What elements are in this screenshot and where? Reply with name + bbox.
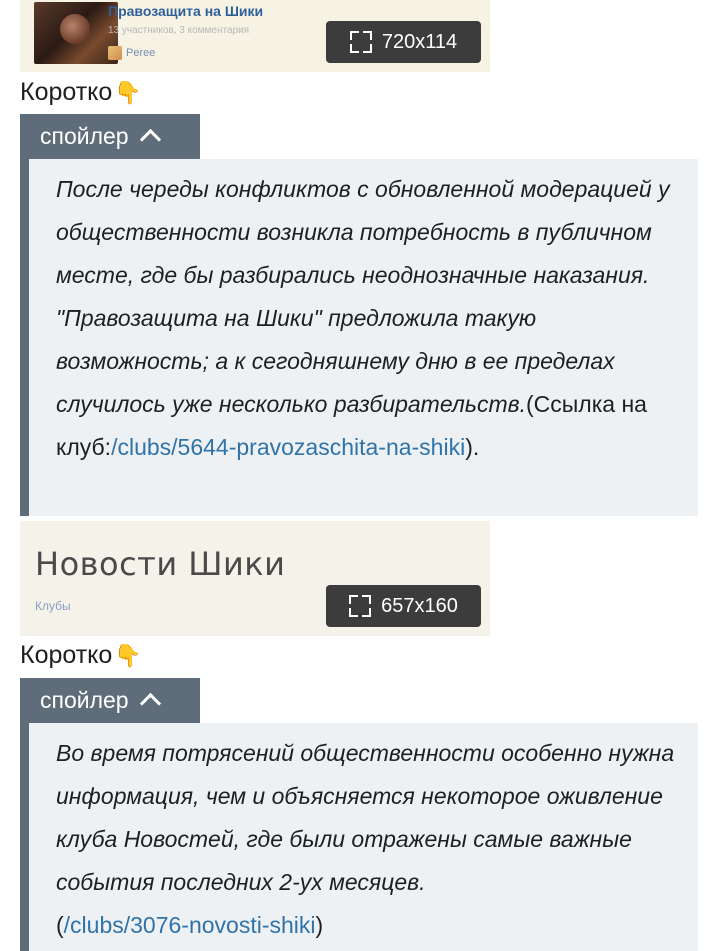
club-link[interactable]: /clubs/3076-novosti-shiki [64,912,316,938]
club-title: Новости Шики [35,545,286,583]
spoiler-content: После череды конфликтов с обновленной мо… [20,159,698,516]
spoiler-text: После череды конфликтов с обновленной мо… [56,168,684,469]
image-size-text: 657x160 [381,594,458,617]
short-label: Коротко 👇 [20,641,142,670]
club-link[interactable]: /clubs/5644-pravozaschita-na-shiki [111,434,465,460]
pointing-down-icon: 👇 [114,642,142,668]
chevron-up-icon [139,128,161,151]
spoiler-text: Во время потрясений общественности особе… [56,732,684,947]
short-label: Коротко 👇 [20,78,142,107]
spoiler-italic-text: После череды конфликтов с обновленной мо… [56,176,670,417]
image-size-badge[interactable]: 657x160 [326,585,481,627]
spoiler-toggle-button[interactable]: спойлер [20,678,200,723]
pointing-down-icon: 👇 [114,79,142,105]
club-meta: 13 участников, 3 комментария [108,25,250,36]
spoiler-label: спойлер [40,687,129,713]
spoiler-label: спойлер [40,123,129,149]
image-preview-club-novosti[interactable]: Новости Шики Клубы 657x160 [20,521,490,636]
spoiler-italic-text: Во время потрясений общественности особе… [56,740,675,895]
club-user: Peree [108,46,155,60]
image-preview-club-pravozaschita[interactable]: Правозащита на Шики 13 участников, 3 ком… [20,0,490,72]
expand-icon [349,31,372,53]
spoiler-toggle-button[interactable]: спойлер [20,114,200,159]
short-label-text: Коротко [20,78,113,106]
spoiler-content: Во время потрясений общественности особе… [20,723,698,951]
spoiler-text-suffix: ) [315,912,324,938]
short-label-text: Коротко [20,641,113,669]
club-user-name: Peree [126,47,156,59]
club-avatar [34,2,118,64]
club-title: Правозащита на Шики [108,3,264,19]
club-subtitle: Клубы [35,599,71,613]
chevron-up-icon [139,692,161,715]
spoiler-text-prefix: ( [56,912,64,938]
user-avatar [108,46,122,60]
image-size-badge[interactable]: 720x114 [326,21,481,63]
spoiler-text-suffix: ). [465,434,480,460]
expand-icon [349,595,372,617]
image-size-text: 720x114 [381,30,458,53]
